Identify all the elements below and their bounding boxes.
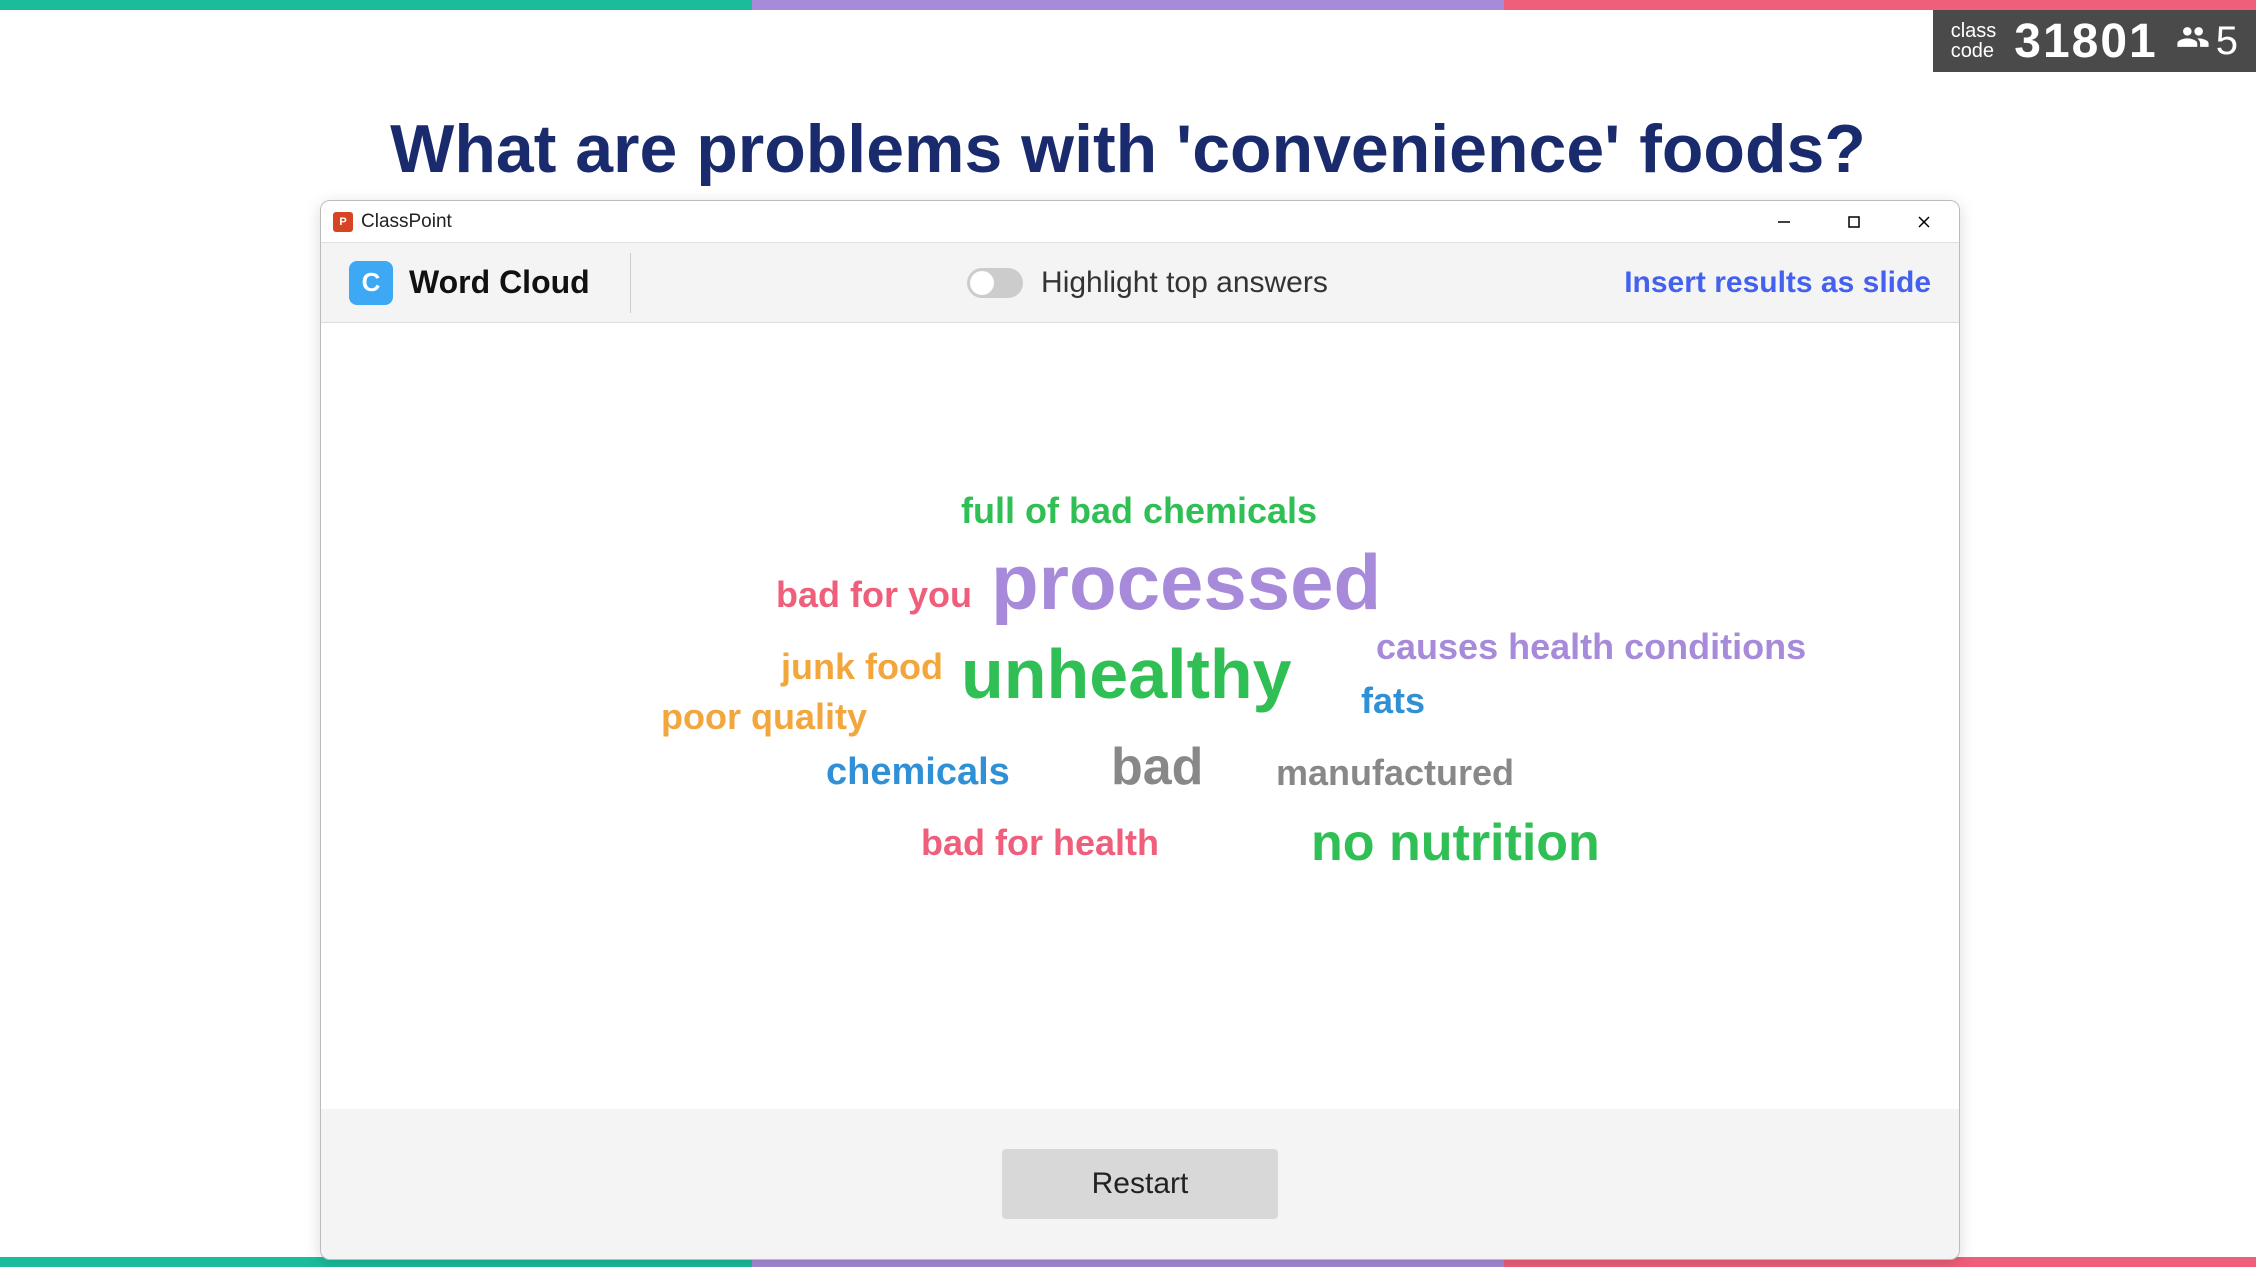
word-cloud-area: full of bad chemicals bad for you processe… — [321, 323, 1959, 1109]
page-title: What are problems with 'convenience' foo… — [0, 110, 2256, 188]
word-cloud-word: poor quality — [661, 699, 867, 735]
word-cloud-word: manufactured — [1276, 755, 1514, 791]
word-cloud-word: unhealthy — [961, 639, 1292, 709]
top-accent-bar — [0, 0, 2256, 10]
window-titlebar: P ClassPoint — [321, 201, 1959, 243]
word-cloud-word: chemicals — [826, 753, 1010, 791]
word-cloud-word: bad for you — [776, 577, 972, 613]
participant-count: 5 — [2176, 19, 2238, 64]
word-cloud-word: bad for health — [921, 825, 1159, 861]
insert-results-link[interactable]: Insert results as slide — [1624, 266, 1931, 300]
powerpoint-icon: P — [333, 212, 353, 232]
footer-bar: Restart — [321, 1109, 1959, 1259]
word-cloud-word: bad — [1111, 741, 1203, 793]
maximize-button[interactable] — [1819, 201, 1889, 243]
word-cloud-word: causes health conditions — [1376, 629, 1806, 665]
class-code-value: 31801 — [2014, 14, 2157, 69]
word-cloud-word: no nutrition — [1311, 817, 1600, 869]
word-cloud-word: junk food — [781, 649, 943, 685]
class-code-badge: class code 31801 5 — [1933, 10, 2256, 72]
word-cloud-word: processed — [991, 543, 1381, 621]
tool-title: Word Cloud — [409, 264, 590, 301]
toolbar: C Word Cloud Highlight top answers Inser… — [321, 243, 1959, 323]
classpoint-window: P ClassPoint C Word Cloud Highlight top … — [320, 200, 1960, 1260]
class-code-label-line1: class — [1951, 21, 1997, 41]
close-button[interactable] — [1889, 201, 1959, 243]
restart-button[interactable]: Restart — [1002, 1149, 1279, 1219]
participant-count-value: 5 — [2216, 19, 2238, 64]
people-icon — [2176, 19, 2210, 64]
classpoint-logo-icon: C — [349, 261, 393, 305]
highlight-toggle[interactable] — [967, 268, 1023, 298]
highlight-toggle-label: Highlight top answers — [1041, 266, 1328, 300]
word-cloud-word: fats — [1361, 683, 1425, 719]
class-code-label: class code — [1951, 21, 1997, 61]
word-cloud-word: full of bad chemicals — [961, 493, 1317, 529]
toolbar-divider — [630, 253, 631, 313]
class-code-label-line2: code — [1951, 41, 1997, 61]
window-app-name: ClassPoint — [361, 211, 452, 233]
toggle-knob — [970, 271, 994, 295]
minimize-button[interactable] — [1749, 201, 1819, 243]
